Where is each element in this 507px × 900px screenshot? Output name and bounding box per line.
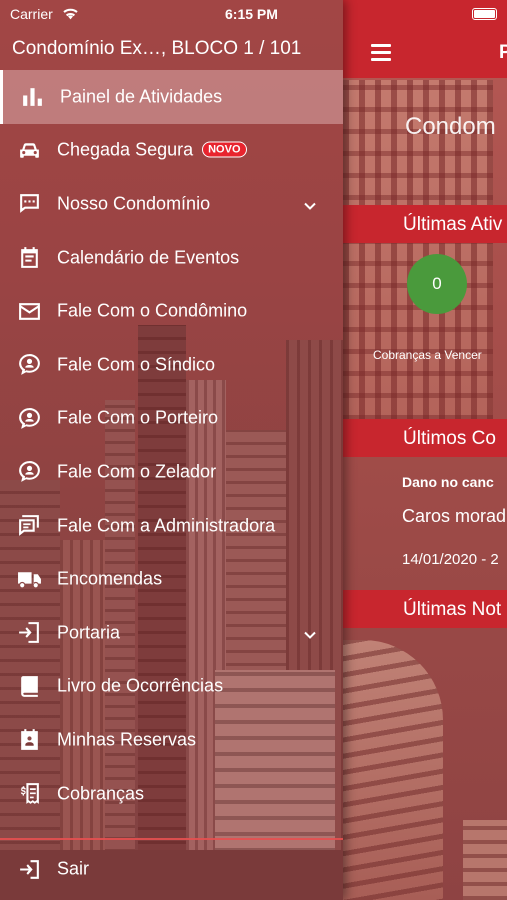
building-photo bbox=[343, 640, 443, 900]
clock: 6:15 PM bbox=[225, 6, 278, 22]
menu-item-label: Calendário de Eventos bbox=[57, 247, 240, 268]
chat-bubble-icon bbox=[16, 191, 42, 217]
divider bbox=[0, 838, 343, 840]
menu-item-label: Nosso Condomínio bbox=[57, 193, 211, 214]
new-badge: NOVO bbox=[202, 141, 247, 158]
menu-item-label: Painel de Atividades bbox=[60, 86, 223, 107]
status-bar-right bbox=[343, 0, 507, 30]
logout-icon bbox=[16, 856, 42, 882]
menu-item-fale-com-o-sindico[interactable]: Fale Com o Síndico bbox=[0, 338, 343, 392]
chevron-down-icon[interactable] bbox=[303, 197, 317, 211]
truck-icon bbox=[16, 566, 42, 592]
menu-item-label: Cobranças bbox=[57, 783, 145, 804]
menu-item-livro-de-ocorrencias[interactable]: Livro de Ocorrências bbox=[0, 660, 343, 714]
latest-news-banner: Últimas Not bbox=[343, 590, 507, 628]
car-icon bbox=[16, 137, 42, 163]
carrier-label: Carrier bbox=[10, 6, 53, 22]
unit-selector[interactable]: Condomínio Ex…, BLOCO 1 / 101 bbox=[12, 38, 337, 60]
logout-label: Sair bbox=[57, 858, 90, 879]
building-photo bbox=[463, 820, 507, 900]
navigation-drawer: Carrier 6:15 PM Condomínio Ex…, BLOCO 1 … bbox=[0, 0, 343, 900]
menu-item-calendario-de-eventos[interactable]: Calendário de Eventos bbox=[0, 231, 343, 285]
menu-item-label: Fale Com o Síndico bbox=[57, 354, 216, 375]
nav-bar: P bbox=[343, 30, 507, 78]
book-icon bbox=[16, 673, 42, 699]
bar-chart-icon bbox=[19, 84, 45, 110]
menu-item-chegada-segura[interactable]: Chegada Segura NOVO bbox=[0, 124, 343, 178]
condo-title: Condom bbox=[405, 113, 496, 140]
mail-icon bbox=[16, 298, 42, 324]
latest-activities-banner: Últimas Ativ bbox=[343, 205, 507, 243]
forum-icon bbox=[16, 513, 42, 539]
menu-item-label: Fale Com o Zelador bbox=[57, 461, 217, 482]
menu-list: Painel de Atividades Chegada Segura NOVO … bbox=[0, 70, 343, 820]
menu-item-minhas-reservas[interactable]: Minhas Reservas bbox=[0, 713, 343, 767]
battery-icon bbox=[472, 8, 497, 20]
person-bubble-icon bbox=[16, 459, 42, 485]
menu-item-fale-com-a-administradora[interactable]: Fale Com a Administradora bbox=[0, 499, 343, 553]
door-enter-icon bbox=[16, 620, 42, 646]
communication-date: 14/01/2020 - 2 bbox=[402, 551, 499, 568]
communication-body: Caros morad bbox=[402, 506, 507, 526]
calendar-icon bbox=[16, 245, 42, 271]
menu-item-encomendas[interactable]: Encomendas bbox=[0, 552, 343, 606]
menu-item-painel-de-atividades[interactable]: Painel de Atividades bbox=[0, 70, 343, 124]
menu-item-fale-com-o-zelador[interactable]: Fale Com o Zelador bbox=[0, 445, 343, 499]
receipt-icon bbox=[16, 781, 42, 807]
menu-item-fale-com-o-porteiro[interactable]: Fale Com o Porteiro bbox=[0, 392, 343, 446]
menu-item-label: Encomendas bbox=[57, 568, 163, 589]
nav-title: P bbox=[499, 42, 507, 63]
latest-communications-banner: Últimos Co bbox=[343, 419, 507, 457]
person-bubble-icon bbox=[16, 405, 42, 431]
communication-title[interactable]: Dano no canc bbox=[402, 474, 494, 490]
wifi-icon bbox=[63, 8, 78, 20]
menu-item-label: Fale Com o Porteiro bbox=[57, 407, 219, 428]
menu-item-label: Livro de Ocorrências bbox=[57, 675, 224, 696]
reservation-icon bbox=[16, 727, 42, 753]
menu-item-fale-com-o-condomino[interactable]: Fale Com o Condômino bbox=[0, 284, 343, 338]
person-bubble-icon bbox=[16, 352, 42, 378]
menu-item-label: Chegada Segura bbox=[57, 139, 194, 160]
menu-item-label: Fale Com o Condômino bbox=[57, 300, 248, 321]
logout-button[interactable]: Sair bbox=[0, 842, 343, 896]
activity-count-badge[interactable]: 0 bbox=[407, 254, 467, 314]
hamburger-menu-icon[interactable] bbox=[371, 44, 391, 61]
menu-item-label: Portaria bbox=[57, 622, 121, 643]
chevron-down-icon[interactable] bbox=[303, 626, 317, 640]
status-bar: Carrier 6:15 PM bbox=[0, 0, 343, 28]
menu-item-label: Fale Com a Administradora bbox=[57, 515, 276, 536]
background-home-screen: P Condom Últimas Ativ 0 Cobranças a Venc… bbox=[343, 0, 507, 900]
menu-item-label: Minhas Reservas bbox=[57, 729, 197, 750]
activity-caption: Cobranças a Vencer bbox=[373, 348, 482, 362]
menu-item-portaria[interactable]: Portaria bbox=[0, 606, 343, 660]
menu-item-nosso-condominio[interactable]: Nosso Condomínio bbox=[0, 177, 343, 231]
menu-item-cobrancas[interactable]: Cobranças bbox=[0, 767, 343, 821]
